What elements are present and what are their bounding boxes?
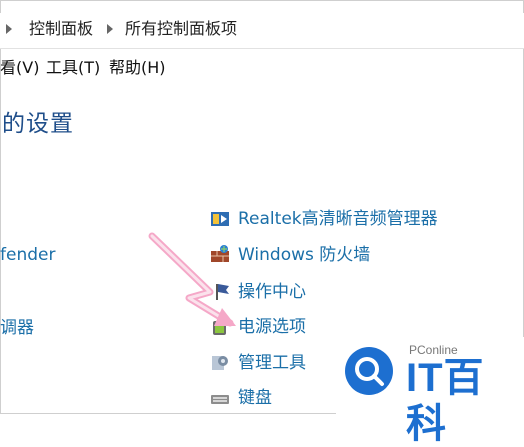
magnifier-icon [355, 357, 384, 386]
watermark-brand-big: IT百科 [406, 356, 485, 446]
